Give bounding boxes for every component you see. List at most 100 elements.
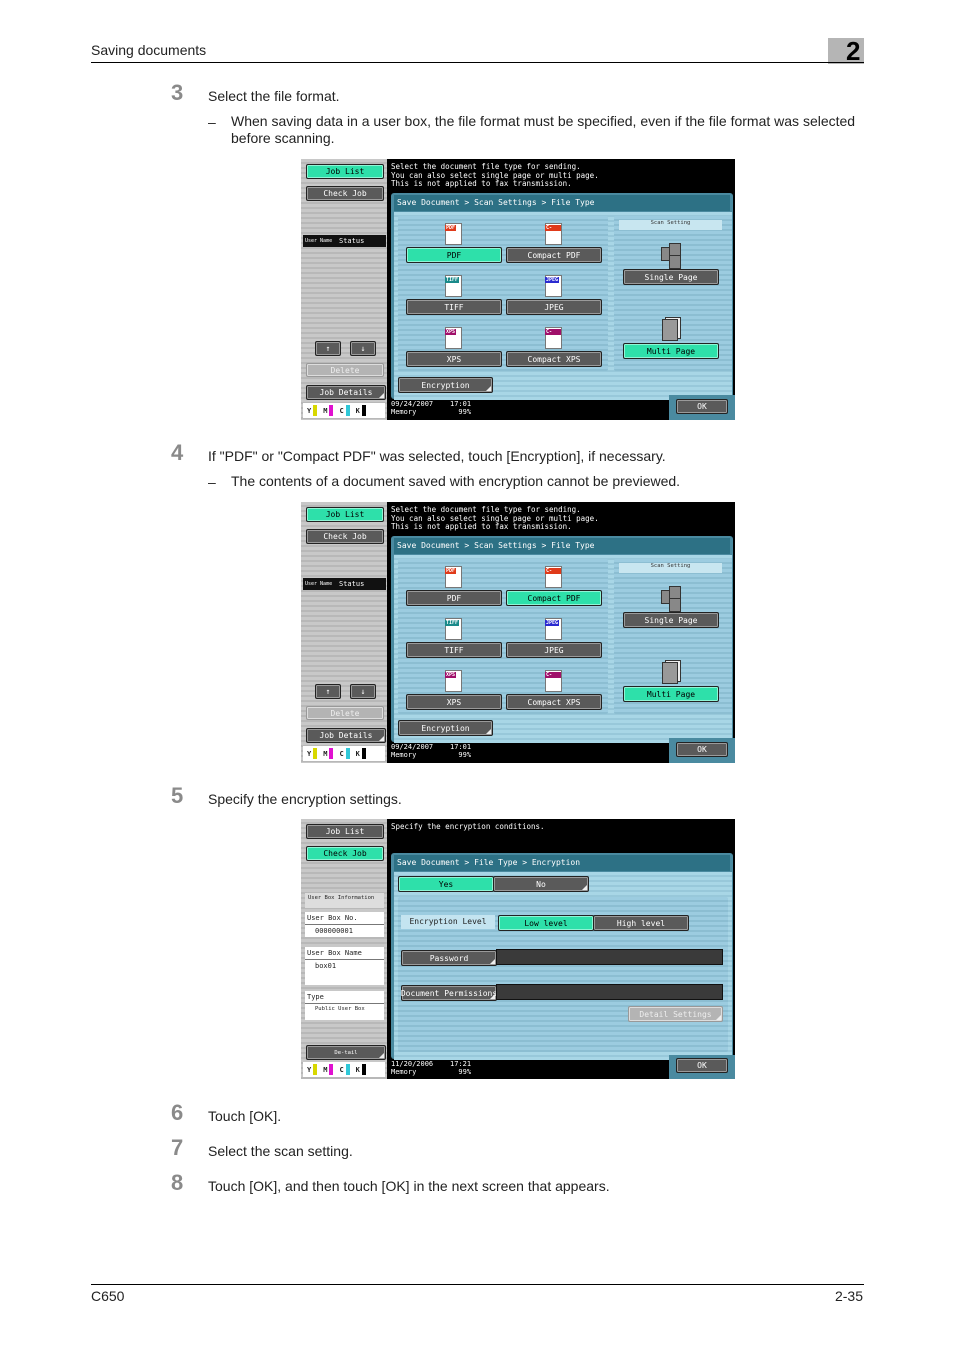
toner-k-label: K [355,1065,360,1074]
status-bar: 11/20/2006 17:21 Memory 99% [391,1060,472,1076]
check-job-button[interactable]: Check Job [306,846,384,861]
detail-settings-button[interactable]: Detail Settings [628,1006,723,1022]
toner-k-label: K [355,406,360,415]
ok-button[interactable]: OK [676,399,728,414]
toner-k-bar [361,405,366,416]
user-box-number-label: User Box No. [305,912,384,925]
user-name-column: User Name [305,580,333,587]
xps-file-icon: XPS [445,327,462,349]
step-text: Specify the encryption settings. [208,791,402,807]
delete-button[interactable]: Delete [306,363,384,377]
step-number: 3 [171,80,184,105]
check-job-button[interactable]: Check Job [306,186,384,201]
delete-button[interactable]: Delete [306,706,384,720]
single-page-button[interactable]: Single Page [623,612,719,628]
step-number: 6 [171,1100,184,1125]
single-page-icon [661,243,681,269]
toner-m-label: M [323,749,328,758]
toner-c-label: C [339,1065,344,1074]
compact-xps-button[interactable]: Compact XPS [506,351,602,367]
encryption-button[interactable]: Encryption [398,720,493,736]
toner-c-label: C [339,749,344,758]
scroll-up-button[interactable]: ↑ [315,341,341,356]
toner-c-label: C [339,406,344,415]
toner-levels: Y M C K [303,746,385,761]
user-box-number-value: 000000001 [315,927,353,935]
password-button[interactable]: Password [401,950,497,966]
job-details-button[interactable]: Job Details [306,385,386,400]
toner-levels: Y M C K [303,403,385,418]
scan-setting-label: Scan Setting [619,220,722,230]
job-list-header: User Name Status [303,235,386,247]
instruction-message: Select the document file type for sendin… [391,162,599,188]
toner-y-bar [313,748,318,759]
screenshot-encryption: Job List Check Job User Box Information … [301,819,735,1079]
compact-xps-file-icon: C-XPS [545,327,562,349]
check-job-button[interactable]: Check Job [306,529,384,544]
job-list-button[interactable]: Job List [306,507,384,522]
document-permissions-button[interactable]: Document Permissions [401,985,497,1001]
toner-levels: Y M C K [303,1062,385,1077]
c-pdf-tag: C-PDF [545,568,561,580]
user-box-type-label: Type [305,991,384,1004]
detail-button[interactable]: De-tail [306,1045,386,1060]
pdf-file-icon: PDF [445,566,462,588]
pdf-button[interactable]: PDF [406,247,502,263]
scroll-up-button[interactable]: ↑ [315,684,341,699]
user-box-info-title: User Box Information [305,893,384,908]
pdf-tag: PDF [445,568,457,574]
encryption-yes-button[interactable]: Yes [398,876,494,892]
document-permissions-field[interactable] [496,984,723,1000]
toner-m-label: M [323,406,328,415]
compact-xps-button[interactable]: Compact XPS [506,694,602,710]
tiff-button[interactable]: TIFF [406,642,502,658]
toner-y-bar [313,405,318,416]
single-page-icon [661,586,681,612]
instruction-message: Select the document file type for sendin… [391,505,599,531]
job-list-button[interactable]: Job List [306,164,384,179]
status-column: Status [339,580,365,588]
tiff-file-icon: TIFF [445,275,462,297]
encryption-no-button[interactable]: No [493,876,589,892]
ok-button[interactable]: OK [676,1058,728,1073]
password-field[interactable] [496,949,723,965]
compact-pdf-button[interactable]: Compact PDF [506,247,602,263]
jpeg-button[interactable]: JPEG [506,299,602,315]
toner-m-label: M [323,1065,328,1074]
user-box-name: User Box Name box01 [305,947,384,985]
job-list-button[interactable]: Job List [306,824,384,839]
pdf-file-icon: PDF [445,223,462,245]
tiff-button[interactable]: TIFF [406,299,502,315]
multi-page-button[interactable]: Multi Page [623,343,719,359]
toner-m-bar [329,405,334,416]
scroll-down-button[interactable]: ↓ [350,684,376,699]
jpeg-button[interactable]: JPEG [506,642,602,658]
xps-button[interactable]: XPS [406,351,502,367]
step-number: 5 [171,783,184,808]
arrow-up-icon: ↑ [325,344,331,353]
status-bar: 09/24/2007 17:01 Memory 99% [391,743,472,759]
compact-pdf-button[interactable]: Compact PDF [506,590,602,606]
encryption-button[interactable]: Encryption [398,377,493,393]
scroll-down-button[interactable]: ↓ [350,341,376,356]
c-pdf-tag: C-PDF [545,225,561,237]
screenshot-file-type-compact-pdf: Job List Check Job User Name Status ↑ ↓ D… [301,502,735,763]
step-number: 4 [171,440,184,465]
low-level-button[interactable]: Low level [498,915,594,931]
high-level-button[interactable]: High level [593,915,689,931]
job-details-button[interactable]: Job Details [306,728,386,743]
multi-page-button[interactable]: Multi Page [623,686,719,702]
arrow-down-icon: ↓ [360,687,366,696]
header-rule [91,62,864,63]
toner-y-label: Y [307,406,312,415]
pdf-button[interactable]: PDF [406,590,502,606]
toner-m-bar [329,1064,334,1075]
xps-button[interactable]: XPS [406,694,502,710]
ok-button[interactable]: OK [676,742,728,757]
step-number: 7 [171,1135,184,1160]
breadcrumb: Save Document > Scan Settings > File Typ… [394,538,730,554]
compact-pdf-file-icon: C-PDF [545,223,562,245]
tiff-file-icon: TIFF [445,618,462,640]
single-page-button[interactable]: Single Page [623,269,719,285]
format-group [398,216,608,371]
